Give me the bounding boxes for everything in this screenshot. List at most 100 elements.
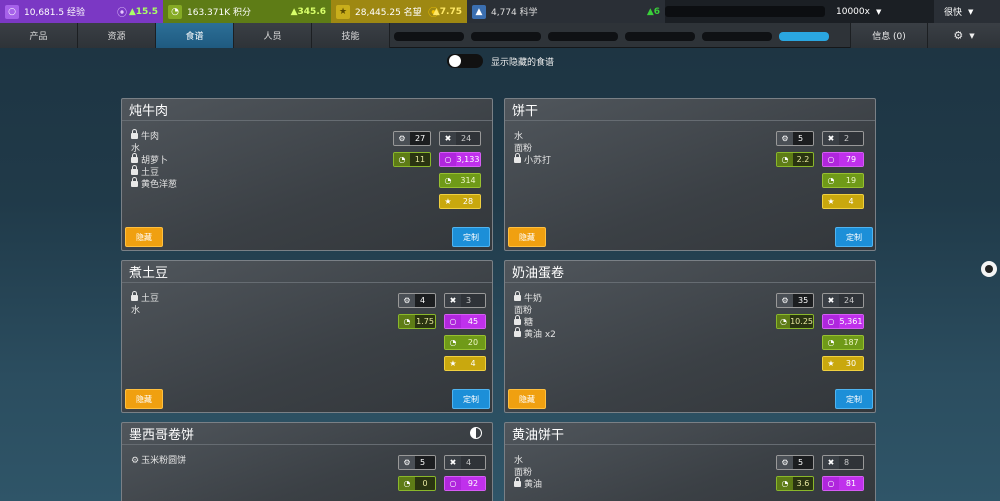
experience-stat: ○ 45 xyxy=(444,314,486,329)
hide-recipe-button[interactable]: 隐藏 xyxy=(125,389,163,409)
queue-slot-active xyxy=(779,32,829,41)
customize-recipe-button[interactable]: 定制 xyxy=(452,227,490,247)
lightbulb-icon: ○ xyxy=(440,153,456,166)
points-value: 19 xyxy=(839,174,863,187)
points-stat: ◔ 20 xyxy=(444,335,486,350)
serving-stat: ✖ 4 xyxy=(444,455,486,470)
info-button[interactable]: 信息 (0) xyxy=(850,23,927,48)
experience-value: 92 xyxy=(461,477,485,490)
experience-stat: ○ 79 xyxy=(822,152,864,167)
caret-down-icon: ▼ xyxy=(875,7,882,16)
hide-recipe-button[interactable]: 隐藏 xyxy=(508,389,546,409)
ingredient-list: 牛肉水胡萝卜 土豆 黄色洋葱 xyxy=(131,129,177,191)
ingredient-item: 土豆 xyxy=(131,165,177,179)
experience-stat: ○ 5,361 xyxy=(822,314,864,329)
reputation-stat: ★ 28 xyxy=(439,194,481,209)
time-value: 10.25 xyxy=(790,315,813,328)
queue-slot xyxy=(702,32,772,41)
points-resource: ◔ 163.371K 积分 ▲345.6 xyxy=(163,0,331,23)
gear-stat: ⚙ 5 xyxy=(776,455,814,470)
gear-value: 5 xyxy=(415,456,435,469)
progress-bar xyxy=(665,6,825,17)
time-stat: ◔ 10.25 xyxy=(776,314,814,329)
lock-icon xyxy=(131,129,138,139)
tab-staff[interactable]: 人员 xyxy=(234,23,312,48)
time-value: 3.6 xyxy=(793,477,813,490)
lock-icon xyxy=(131,177,138,187)
flask-icon: ▲ xyxy=(472,4,486,19)
queue-slot xyxy=(394,32,464,41)
ingredient-item: 黄色洋葱 xyxy=(131,177,177,191)
customize-recipe-button[interactable]: 定制 xyxy=(835,227,873,247)
recipe-card: 奶油蛋卷 牛奶 面粉糖黄油 x2 ⚙ 35 ✖ 24 ◔ 10.25 ○ 5,361 ◔ 187 ★ 30 隐… xyxy=(504,260,876,413)
time-value: 0 xyxy=(415,477,435,490)
reputation-stat: ★ 4 xyxy=(444,356,486,371)
recipe-title: 炖牛肉 xyxy=(122,99,492,121)
tab-resources[interactable]: 资源 xyxy=(78,23,156,48)
star-icon: ★ xyxy=(823,357,839,370)
points-stat: ◔ 314 xyxy=(439,173,481,188)
show-hidden-toggle-row: 显示隐藏的食谱 xyxy=(447,54,554,68)
hide-recipe-button[interactable]: 隐藏 xyxy=(125,227,163,247)
half-circle-icon[interactable] xyxy=(470,427,482,439)
tab-recipes[interactable]: 食谱 xyxy=(156,23,234,48)
tab-products[interactable]: 产品 xyxy=(0,23,78,48)
gear-stat: ⚙ 4 xyxy=(398,293,436,308)
recipe-card: 炖牛肉 牛肉水胡萝卜 土豆 黄色洋葱 ⚙ 27 ✖ 24 ◔ 11 ○ 3,133 ◔ 314 ★ 28 隐藏定… xyxy=(121,98,493,251)
time-stat: ◔ 2.2 xyxy=(776,152,814,167)
ingredient-label: 牛奶 xyxy=(524,294,543,304)
clock-icon: ◔ xyxy=(823,336,839,349)
multiplier-select[interactable]: 10000x ▼ xyxy=(836,0,881,23)
clock-icon: ◔ xyxy=(777,315,791,328)
gear-icon: ⚙ xyxy=(131,456,140,466)
queue-slot xyxy=(548,32,618,41)
ingredient-list: 水面粉 黄油 xyxy=(514,455,542,491)
ingredient-list: 牛奶 面粉糖黄油 x2 xyxy=(514,291,556,341)
gear-value: 27 xyxy=(410,132,430,145)
ingredient-label: 水 xyxy=(131,306,141,316)
recipe-card: 黄油饼干水面粉 黄油 ⚙ 5 ✖ 8 ◔ 3.6 ○ 81 xyxy=(504,422,876,501)
multiplier-value: 10000x xyxy=(836,6,870,17)
ingredient-item: 胡萝卜 xyxy=(131,153,177,167)
recipe-title: 煮土豆 xyxy=(122,261,492,283)
ingredient-item: 牛奶 xyxy=(514,291,556,305)
ingredient-label: 胡萝卜 xyxy=(141,156,169,166)
star-icon: ★ xyxy=(336,4,350,19)
speed-select[interactable]: 很快 ▼ xyxy=(934,0,1000,23)
serving-stat: ✖ 3 xyxy=(444,293,486,308)
science-rate: ▲6 xyxy=(646,6,660,17)
hide-recipe-button[interactable]: 隐藏 xyxy=(508,227,546,247)
fork-knife-icon: ✖ xyxy=(445,456,461,469)
customize-recipe-button[interactable]: 定制 xyxy=(835,389,873,409)
reputation-value: 4 xyxy=(461,357,485,370)
ingredient-label: 小苏打 xyxy=(524,156,552,166)
queue-slot xyxy=(471,32,541,41)
gear-value: 5 xyxy=(793,132,813,145)
gears-icon: ⚙ xyxy=(777,456,793,469)
github-icon[interactable] xyxy=(981,261,997,277)
ingredient-list: 水面粉 小苏打 xyxy=(514,131,551,167)
lock-icon xyxy=(514,477,521,487)
gear-stat: ⚙ 27 xyxy=(393,131,431,146)
show-hidden-toggle[interactable] xyxy=(447,54,483,68)
ingredient-label: 牛肉 xyxy=(141,132,160,142)
experience-value: 10,681.5 经验 xyxy=(24,8,85,18)
experience-stat: ○ 92 xyxy=(444,476,486,491)
customize-recipe-button[interactable]: 定制 xyxy=(452,389,490,409)
caret-down-icon: ▼ xyxy=(968,7,974,16)
recipe-title: 墨西哥卷饼 xyxy=(122,423,492,445)
ingredient-item: 牛肉 xyxy=(131,129,177,143)
experience-value: 45 xyxy=(461,315,485,328)
ingredient-item: 面粉 xyxy=(514,305,556,317)
ingredient-item: 水 xyxy=(131,143,177,155)
experience-stat: ○ 81 xyxy=(822,476,864,491)
time-stat: ◔ 3.6 xyxy=(776,476,814,491)
ingredient-item: 水 xyxy=(131,305,159,317)
tab-skills[interactable]: 技能 xyxy=(312,23,390,48)
settings-menu-button[interactable]: ⚙ ▼ xyxy=(927,23,1000,48)
science-value: 4,774 科学 xyxy=(491,8,538,18)
points-value: 163.371K 积分 xyxy=(187,8,251,18)
lock-icon xyxy=(131,291,138,301)
ring-icon: ⦿ xyxy=(117,8,127,19)
reputation-value: 28,445.25 名望 xyxy=(355,8,422,18)
